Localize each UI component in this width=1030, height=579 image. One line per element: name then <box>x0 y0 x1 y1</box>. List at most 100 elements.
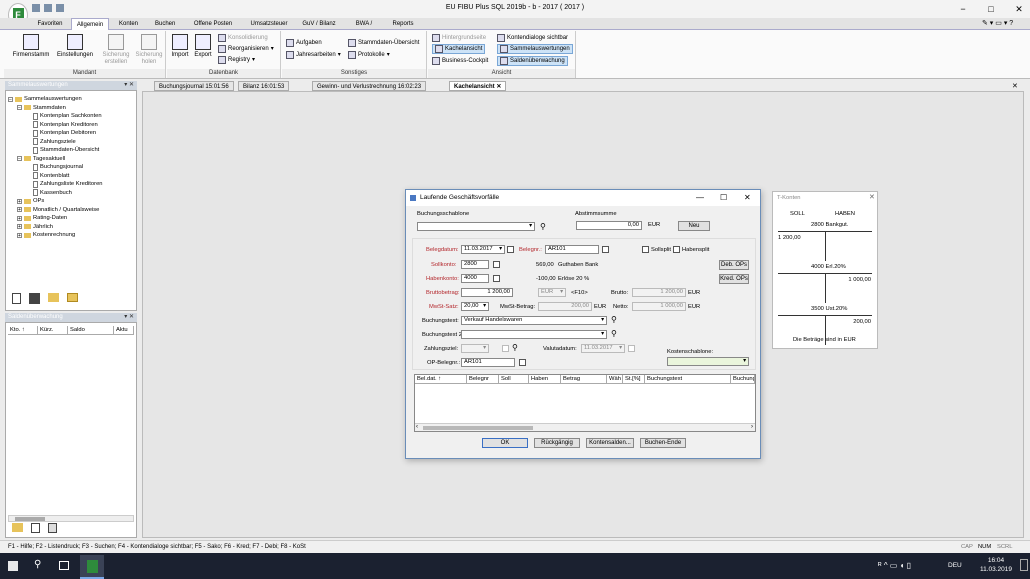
kred-ops-button[interactable]: Kred. OPs <box>719 274 749 284</box>
op-belegnr-field[interactable]: AR101 <box>461 358 515 367</box>
folder-icon[interactable] <box>67 293 78 302</box>
expand-icon[interactable]: + <box>17 198 22 204</box>
tree-item[interactable]: Buchungsjournal <box>8 163 134 172</box>
taskbar-app-button[interactable] <box>80 555 104 579</box>
tab-konten[interactable]: Konten <box>115 18 141 30</box>
tree-item[interactable]: Kontenplan Sachkonten <box>8 112 134 121</box>
collapse-icon[interactable]: − <box>17 156 22 162</box>
belegnr-checkbox[interactable] <box>602 246 609 253</box>
clock-date[interactable]: 11.03.2019 <box>974 566 1018 573</box>
expand-icon[interactable]: + <box>17 207 22 213</box>
scroll-thumb[interactable] <box>423 426 533 430</box>
expand-icon[interactable]: + <box>17 232 22 238</box>
col-aktu[interactable]: Aktu <box>114 326 134 334</box>
tab-bilanz[interactable]: Bilanz 16:01:53 <box>238 81 290 91</box>
expand-icon[interactable]: + <box>17 215 22 221</box>
tab-buchungsjournal[interactable]: Buchungsjournal 15:01:56 <box>154 81 234 91</box>
tree-item[interactable]: Zahlungsziele <box>8 138 134 147</box>
konsolidierung-button[interactable]: Konsolidierung <box>218 33 268 43</box>
search-icon[interactable]: ⚲ <box>611 329 617 338</box>
panel-controls-icon[interactable]: ▾ ✕ <box>124 81 134 90</box>
valutadatum-checkbox[interactable] <box>628 345 635 352</box>
valutadatum-field[interactable]: 11.03.2017 ▾ <box>581 344 625 353</box>
collapse-icon[interactable]: − <box>8 96 13 102</box>
ribbon-options-icon[interactable]: ✎ ▾ ▭ ▾ ? <box>982 19 1013 27</box>
reorganisieren-button[interactable]: Reorganisieren ▾ <box>218 44 274 54</box>
tab-umsatzsteuer[interactable]: Umsatzsteuer <box>245 18 293 30</box>
zahlungsziel-checkbox[interactable] <box>502 345 509 352</box>
tab-favoriten[interactable]: Favoriten <box>33 18 67 30</box>
sammelauswertungen-button[interactable]: Sammelauswertungen <box>497 44 573 54</box>
delete-icon[interactable] <box>31 523 40 533</box>
aufgaben-button[interactable]: Aufgaben <box>286 38 322 48</box>
open-folder-icon[interactable] <box>12 523 23 532</box>
tab-guv-bilanz[interactable]: GuV / Bilanz <box>298 18 340 30</box>
buchen-ende-button[interactable]: Buchen-Ende <box>640 438 686 448</box>
registry-button[interactable]: Registry ▾ <box>218 55 255 65</box>
add-report-icon[interactable] <box>29 293 40 304</box>
sicherung-holen-button[interactable]: Sicherung holen <box>133 34 165 66</box>
search-icon[interactable]: ⚲ <box>611 315 617 324</box>
close-icon[interactable]: ✕ <box>1012 3 1026 15</box>
belegdatum-checkbox[interactable] <box>507 246 514 253</box>
export-button[interactable]: Export <box>192 34 214 59</box>
zahlungsziel-select[interactable]: ▾ <box>461 344 489 353</box>
belegnr-field[interactable]: AR101 <box>545 245 599 254</box>
chevron-left-icon[interactable]: ‹ <box>416 424 418 430</box>
tree-folder[interactable]: + Monatlich / Quartalsweise <box>8 206 134 215</box>
tab-reports[interactable]: Reports <box>388 18 418 30</box>
currency-select[interactable]: EUR ▾ <box>538 288 566 297</box>
sollsplit-checkbox[interactable] <box>642 246 649 253</box>
close-icon[interactable]: ✕ <box>744 190 751 206</box>
sollkonto-checkbox[interactable] <box>493 261 500 268</box>
business-cockpit-button[interactable]: Business-Cockpit <box>432 56 488 66</box>
kostenschablone-select[interactable]: ▾ <box>667 357 749 366</box>
protokolle-button[interactable]: Protokolle ▾ <box>348 50 390 60</box>
col-saldo[interactable]: Saldo <box>68 326 114 334</box>
ok-button[interactable]: OK <box>482 438 528 448</box>
einstellungen-button[interactable]: Einstellungen <box>54 34 96 59</box>
col-beldat[interactable]: Bel.dat. ↑ <box>415 375 467 383</box>
tab-close-icon[interactable]: ✕ <box>1012 82 1018 90</box>
tree-folder[interactable]: + Jährlich <box>8 223 134 232</box>
col-waeh[interactable]: Wäh <box>607 375 623 383</box>
hintergrundseite-button[interactable]: Hintergrundseite <box>432 33 486 43</box>
tray-icons[interactable]: ᴿ ^ ▭ ◖ ▯ <box>878 561 911 570</box>
tab-buchen[interactable]: Buchen <box>151 18 179 30</box>
op-belegnr-checkbox[interactable] <box>519 359 526 366</box>
search-icon[interactable]: ⚲ <box>34 559 41 570</box>
col-haben[interactable]: Haben <box>529 375 561 383</box>
minimize-icon[interactable]: — <box>696 190 704 206</box>
buchungstext-field[interactable]: Verkauf Handelswaren ▾ <box>461 316 607 325</box>
horizontal-scrollbar[interactable] <box>8 515 134 522</box>
maximize-icon[interactable]: □ <box>984 3 998 15</box>
task-view-icon[interactable] <box>59 561 69 570</box>
col-buchungstext[interactable]: Buchungstext <box>645 375 731 383</box>
deb-ops-button[interactable]: Deb. OPs <box>719 260 749 270</box>
windows-start-icon[interactable] <box>8 561 18 571</box>
habenkonto-checkbox[interactable] <box>493 275 500 282</box>
tree-folder[interactable]: + OPs <box>8 197 134 206</box>
stammdaten-uebersicht-button[interactable]: Stammdaten-Übersicht <box>348 38 419 48</box>
tree-item[interactable]: Kontenplan Kreditoren <box>8 121 134 130</box>
col-buchung[interactable]: Buchung <box>731 375 755 383</box>
tree-folder[interactable]: − Tagesaktuell <box>8 155 134 164</box>
kontensalden-button[interactable]: Kontensalden... <box>586 438 634 448</box>
clipboard-icon[interactable] <box>12 293 21 304</box>
habenkonto-field[interactable]: 4000 <box>461 274 489 283</box>
import-button[interactable]: Import <box>169 34 191 59</box>
jahresarbeiten-button[interactable]: Jahresarbeiten ▾ <box>286 50 341 60</box>
expand-icon[interactable]: + <box>17 224 22 230</box>
tree-folder[interactable]: − Stammdaten <box>8 104 134 113</box>
search-icon[interactable]: ⚲ <box>512 343 518 352</box>
mwst-satz-select[interactable]: 20,00 ▾ <box>461 302 489 311</box>
tree-item[interactable]: Kontenplan Debitoren <box>8 129 134 138</box>
input-language[interactable]: DEU <box>948 562 962 569</box>
col-kuerz[interactable]: Kürz. <box>38 326 68 334</box>
bruttobetrag-field[interactable]: 1 200,00 <box>461 288 513 297</box>
tab-bwa-kr[interactable]: BWA / KR <box>347 18 381 39</box>
habensplit-checkbox[interactable] <box>673 246 680 253</box>
open-folder-icon[interactable] <box>48 293 59 302</box>
buchungstext2-field[interactable]: ▾ <box>461 330 607 339</box>
tree-item[interactable]: Zahlungsliste Kreditoren <box>8 180 134 189</box>
